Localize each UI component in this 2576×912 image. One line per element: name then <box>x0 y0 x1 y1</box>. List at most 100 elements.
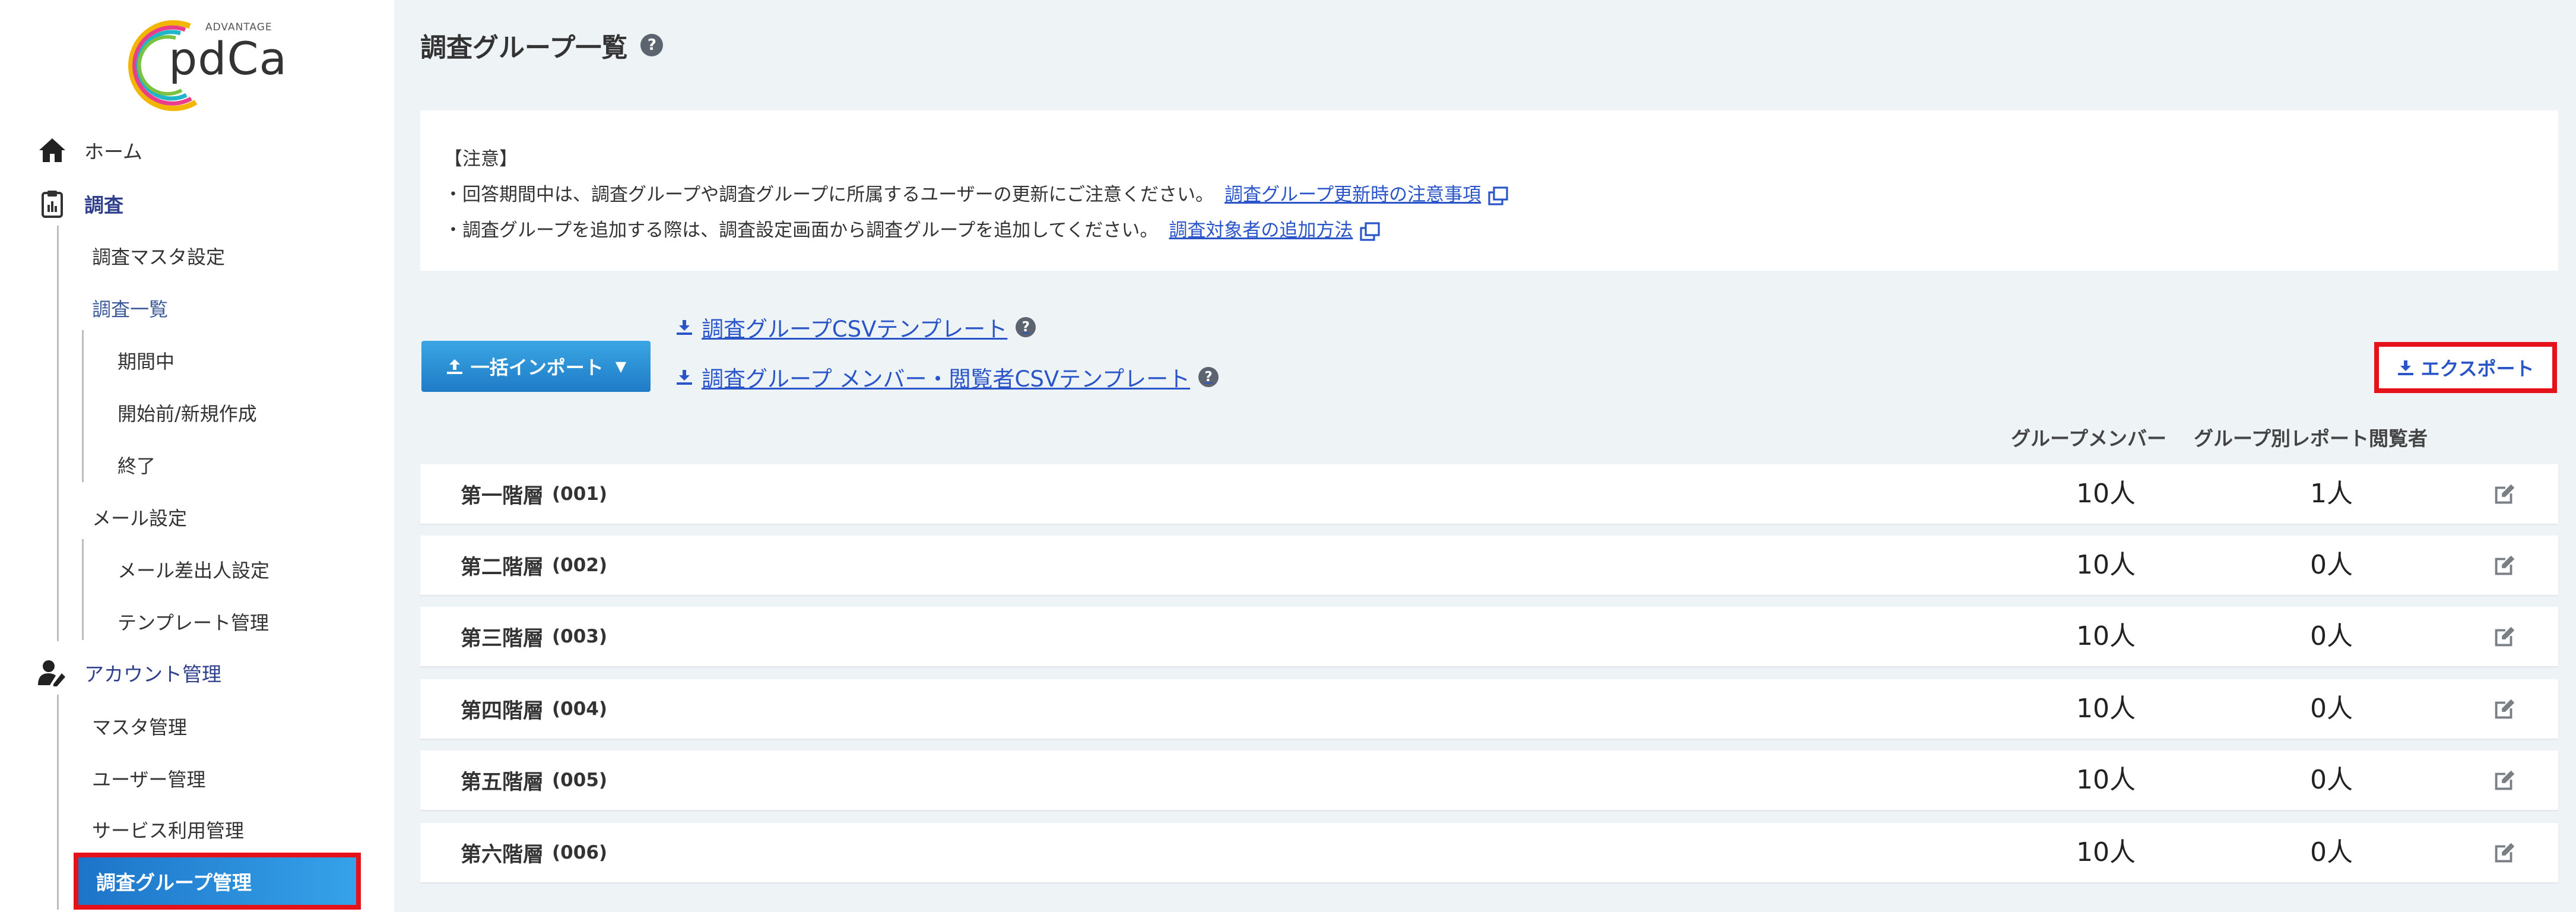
group-code: (001) <box>552 483 608 505</box>
group-member-count: 10人 <box>2076 694 2136 724</box>
logo-tagline: ADVANTAGE <box>205 21 272 33</box>
help-icon[interactable]: ? <box>640 34 664 56</box>
page-title-text: 調査グループ一覧 <box>420 33 628 63</box>
group-name-text: 第四階層 <box>461 699 544 723</box>
group-member-count: 10人 <box>2076 621 2136 651</box>
nav-user-mgmt-label: ユーザー管理 <box>92 768 206 791</box>
nav-ended[interactable]: 終了 <box>118 444 156 486</box>
download-icon <box>2397 359 2415 376</box>
group-name: 第四階層 (004) <box>461 679 607 739</box>
nav-account-mgmt[interactable]: アカウント管理 <box>36 652 221 694</box>
group-name-text: 第五階層 <box>461 770 544 794</box>
group-name: 第二階層 (002) <box>461 536 607 595</box>
nav-home-label: ホーム <box>84 140 143 163</box>
nav-ended-label: 終了 <box>118 455 156 477</box>
nav-group-mgmt-label: 調査グループ管理 <box>96 871 252 894</box>
tree-line-mail <box>82 539 84 640</box>
edit-icon[interactable] <box>2491 840 2518 867</box>
nav-mail-settings[interactable]: メール設定 <box>92 496 187 538</box>
nav-home[interactable]: ホーム <box>36 129 142 171</box>
nav-service-mgmt-label: サービス利用管理 <box>92 819 245 842</box>
nav-template-mgmt[interactable]: テンプレート管理 <box>118 601 269 642</box>
member-csv-template-help-icon[interactable]: ? <box>1198 367 1219 387</box>
table-row[interactable]: 第五階層 (005) 10人 0人 <box>420 750 2558 810</box>
csv-template-help-icon[interactable]: ? <box>1016 317 1036 337</box>
nav-before-start[interactable]: 開始前/新規作成 <box>118 392 257 433</box>
group-viewer-count: 0人 <box>2310 765 2353 795</box>
logo-wordmark: pdCa <box>169 32 288 85</box>
nav-service-mgmt[interactable]: サービス利用管理 <box>92 809 244 850</box>
nav-mail-sender-label: メール差出人設定 <box>118 559 270 582</box>
app-logo[interactable]: ADVANTAGE pdCa <box>119 13 297 114</box>
notice-line-2: ・調査グループを追加する際は、調査設定画面から調査グループを追加してください。調… <box>444 213 2534 248</box>
group-member-count: 10人 <box>2076 550 2136 580</box>
bulk-import-label: 一括インポート <box>470 356 604 379</box>
nav-account-mgmt-label: アカウント管理 <box>84 663 221 686</box>
nav-in-period[interactable]: 期間中 <box>118 340 175 381</box>
tree-line-survey <box>57 226 59 641</box>
csv-template-link[interactable]: 調査グループCSVテンプレート ? <box>675 311 1036 343</box>
edit-icon[interactable] <box>2491 481 2518 508</box>
export-button[interactable]: エクスポート <box>2374 342 2557 393</box>
download-icon <box>675 319 693 335</box>
nav-in-period-label: 期間中 <box>118 350 175 373</box>
group-code: (002) <box>552 555 608 576</box>
group-member-count: 10人 <box>2076 837 2136 867</box>
nav-survey-list[interactable]: 調査一覧 <box>92 287 168 329</box>
edit-icon[interactable] <box>2491 696 2518 723</box>
group-name: 第三階層 (003) <box>461 607 607 666</box>
download-icon <box>675 369 693 385</box>
group-name-text: 第一階層 <box>461 484 544 508</box>
group-name-text: 第六階層 <box>461 843 544 867</box>
external-link-icon <box>1488 186 1508 205</box>
notice-link-add-target[interactable]: 調査対象者の追加方法 <box>1169 220 1353 241</box>
group-code: (003) <box>552 626 608 647</box>
clipboard-icon <box>36 187 69 220</box>
nav-master-mgmt[interactable]: マスタ管理 <box>92 705 187 747</box>
table-row[interactable]: 第六階層 (006) 10人 0人 <box>420 823 2558 882</box>
group-name: 第一階層 (001) <box>461 464 607 524</box>
table-row[interactable]: 第一階層 (001) 10人 1人 <box>420 464 2558 524</box>
nav-user-mgmt[interactable]: ユーザー管理 <box>92 758 205 799</box>
table-row[interactable]: 第三階層 (003) 10人 0人 <box>420 607 2558 666</box>
nav-mail-sender[interactable]: メール差出人設定 <box>118 549 269 590</box>
group-name: 第五階層 (005) <box>461 750 607 810</box>
group-viewer-count: 0人 <box>2310 694 2353 724</box>
column-header-viewers: グループ別レポート閲覧者 <box>2194 427 2428 450</box>
group-name-text: 第二階層 <box>461 555 544 580</box>
nav-before-start-label: 開始前/新規作成 <box>118 403 257 425</box>
group-viewer-count: 0人 <box>2310 837 2353 867</box>
export-label: エクスポート <box>2420 357 2534 380</box>
group-code: (004) <box>552 698 608 720</box>
notice-panel: 【注意】 ・回答期間中は、調査グループや調査グループに所属するユーザーの更新にご… <box>420 110 2558 271</box>
group-member-count: 10人 <box>2076 765 2136 795</box>
member-csv-template-label: 調査グループ メンバー・閲覧者CSVテンプレート <box>702 366 1191 392</box>
nav-mail-settings-label: メール設定 <box>92 507 188 530</box>
edit-icon[interactable] <box>2491 767 2518 794</box>
group-member-count: 10人 <box>2076 479 2136 509</box>
column-header-members: グループメンバー <box>2011 427 2167 450</box>
tree-line-account <box>57 695 59 910</box>
edit-icon[interactable] <box>2491 552 2518 580</box>
table-row[interactable]: 第四階層 (004) 10人 0人 <box>420 679 2558 739</box>
tree-line-survey-list <box>82 330 84 482</box>
nav-survey-list-label: 調査一覧 <box>92 298 169 321</box>
nav-template-mgmt-label: テンプレート管理 <box>118 612 269 634</box>
nav-survey-master[interactable]: 調査マスタ設定 <box>92 235 225 277</box>
group-name: 第六階層 (006) <box>461 823 607 882</box>
table-row[interactable]: 第二階層 (002) 10人 0人 <box>420 536 2558 595</box>
member-csv-template-link[interactable]: 調査グループ メンバー・閲覧者CSVテンプレート ? <box>675 361 1219 393</box>
notice-line-1-text: ・回答期間中は、調査グループや調査グループに所属するユーザーの更新にご注意くださ… <box>444 184 1214 205</box>
group-viewer-count: 1人 <box>2310 479 2353 509</box>
caret-down-icon: ▼ <box>615 358 627 375</box>
home-icon <box>36 134 69 167</box>
sidebar: ADVANTAGE pdCa ホーム 調査 調査マスタ設定 調査一覧 期間中 開… <box>0 0 394 912</box>
nav-survey[interactable]: 調査 <box>36 183 123 224</box>
notice-link-update-caution[interactable]: 調査グループ更新時の注意事項 <box>1224 184 1481 205</box>
upload-icon <box>446 359 462 374</box>
external-link-icon <box>1360 221 1381 241</box>
edit-icon[interactable] <box>2491 623 2518 651</box>
group-viewer-count: 0人 <box>2310 621 2353 651</box>
bulk-import-button[interactable]: 一括インポート ▼ <box>421 341 651 392</box>
nav-group-mgmt[interactable]: 調査グループ管理 <box>74 853 361 910</box>
